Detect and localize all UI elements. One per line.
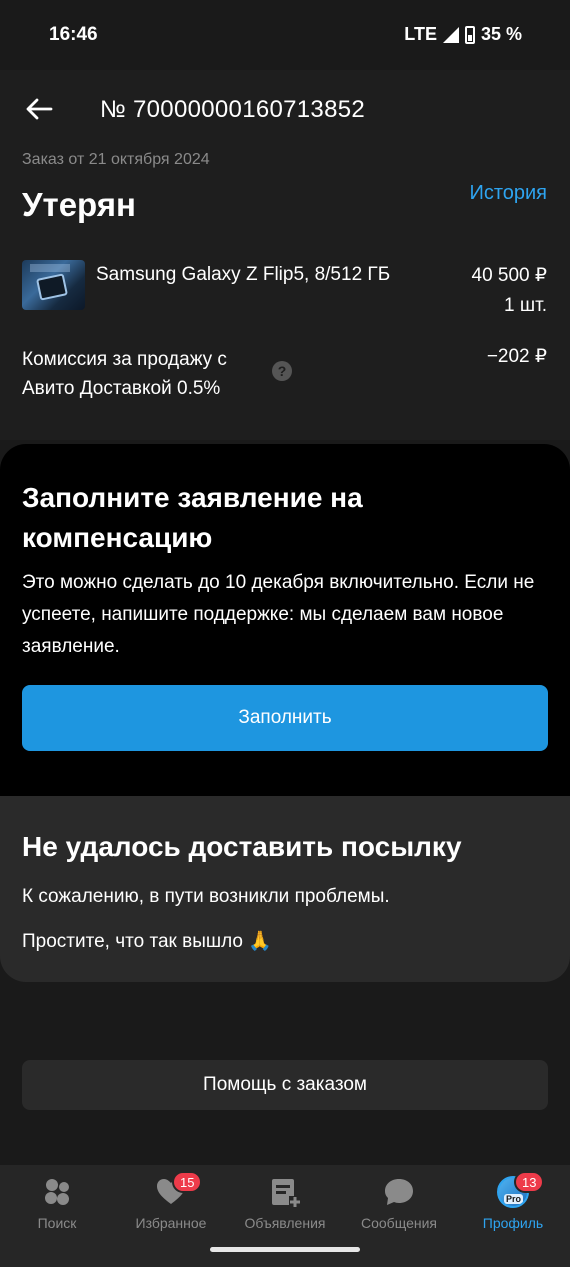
order-date: Заказ от 21 октября 2024 xyxy=(22,151,210,168)
delivery-message: К сожалению, в пути возникли проблемы. xyxy=(22,886,390,907)
order-section: Заказ от 21 октября 2024 Утерян История … xyxy=(0,140,570,440)
status-bar: 16:46 LTE 35 % xyxy=(0,0,570,70)
favorites-badge: 15 xyxy=(172,1171,203,1193)
delivery-apology: Простите, что так вышло 🙏 xyxy=(22,931,272,952)
heart-icon: 15 xyxy=(154,1171,203,1209)
order-status: Утерян xyxy=(22,186,136,223)
delivery-title: Не удалось доставить посылку xyxy=(22,831,462,862)
nav-item-profile[interactable]: Pro 13 Профиль xyxy=(456,1165,570,1235)
history-link[interactable]: История xyxy=(469,182,547,205)
order-help-button[interactable]: Помощь с заказом xyxy=(22,1060,548,1110)
nav-label-search: Поиск xyxy=(37,1215,77,1231)
status-indicators: LTE 35 % xyxy=(404,24,522,45)
product-price: 40 500 ₽ xyxy=(471,265,547,286)
nav-label-messages: Сообщения xyxy=(361,1215,437,1231)
nav-item-search[interactable]: Поиск xyxy=(0,1165,114,1235)
nav-item-messages[interactable]: Сообщения xyxy=(342,1165,456,1235)
delivery-failed-card: Не удалось доставить посылку К сожалению… xyxy=(0,796,570,982)
product-thumbnail[interactable] xyxy=(22,260,85,310)
app-header: № 70000000160713852 xyxy=(0,70,570,150)
product-quantity: 1 шт. xyxy=(504,295,547,316)
commission-value: −202 ₽ xyxy=(486,346,547,367)
commission-label: Комиссия за продажу с Авито Доставкой 0.… xyxy=(22,349,227,399)
back-arrow-icon[interactable] xyxy=(22,92,56,126)
claim-description: Это можно сделать до 10 декабря включите… xyxy=(22,572,535,657)
pro-tag: Pro xyxy=(504,1194,524,1204)
battery-level: 35 % xyxy=(480,24,522,44)
status-time: 16:46 xyxy=(49,24,98,45)
nav-item-favorites[interactable]: 15 Избранное xyxy=(114,1165,228,1235)
nav-label-ads: Объявления xyxy=(244,1215,326,1231)
question-help-icon[interactable]: ? xyxy=(272,361,292,381)
profile-avatar-icon: Pro 13 xyxy=(496,1171,545,1209)
nav-item-ads[interactable]: Объявления xyxy=(228,1165,342,1235)
home-indicator[interactable] xyxy=(210,1247,360,1252)
fill-claim-button[interactable]: Заполнить xyxy=(22,685,548,751)
ads-icon xyxy=(268,1175,302,1209)
nav-label-favorites: Избранное xyxy=(135,1215,207,1231)
compensation-claim-card: Заполните заявление на компенсацию Это м… xyxy=(0,444,570,804)
claim-title: Заполните заявление на компенсацию xyxy=(22,482,363,553)
signal-icon xyxy=(442,26,459,43)
product-name[interactable]: Samsung Galaxy Z Flip5, 8/512 ГБ xyxy=(96,264,390,286)
battery-icon xyxy=(464,25,475,44)
chat-icon xyxy=(382,1175,416,1209)
order-number-title: № 70000000160713852 xyxy=(100,96,366,123)
search-dots-icon xyxy=(40,1175,74,1209)
network-type: LTE xyxy=(404,24,437,44)
profile-badge: 13 xyxy=(514,1171,545,1193)
nav-label-profile: Профиль xyxy=(482,1215,544,1231)
